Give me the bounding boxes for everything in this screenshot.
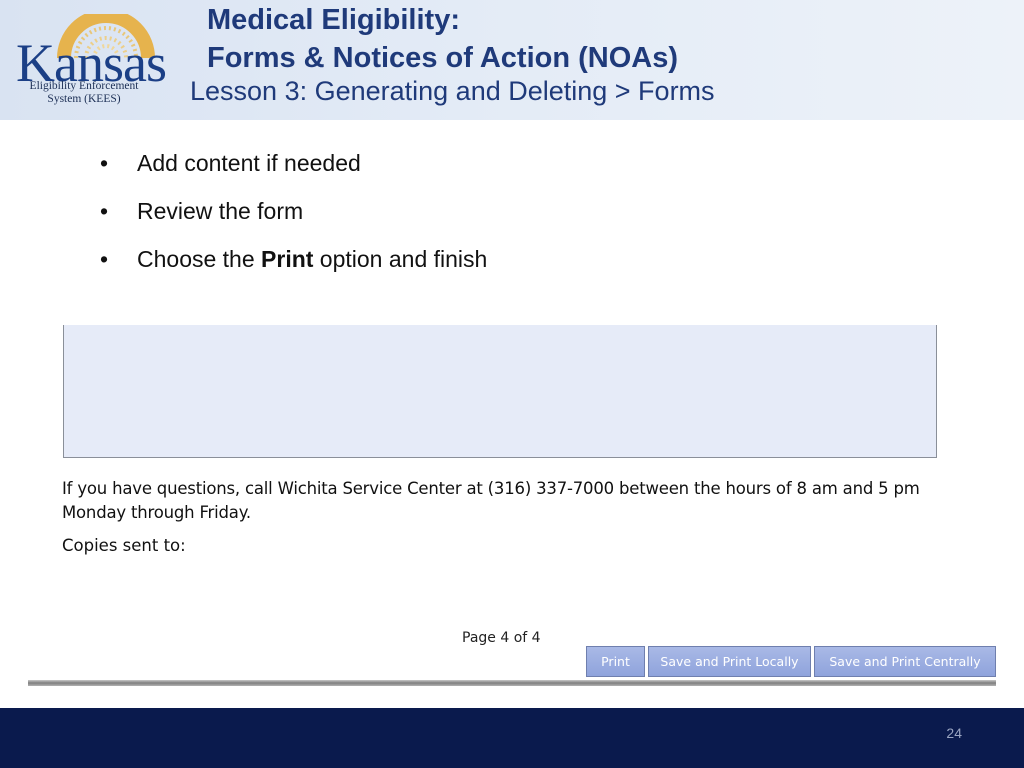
logo-subtitle: Eligibility Enforcement System (KEES) (24, 80, 144, 106)
lesson-breadcrumb: Lesson 3: Generating and Deleting > Form… (190, 76, 715, 106)
divider (28, 680, 996, 686)
bullet-icon: • (100, 198, 109, 224)
header-banner: Kansas Eligibility Enforcement System (K… (0, 0, 1024, 120)
copies-sent-label: Copies sent to: (62, 536, 186, 555)
list-item: • Add content if needed (100, 150, 487, 198)
save-and-print-locally-button[interactable]: Save and Print Locally (648, 646, 811, 677)
list-item-text-prefix: Choose the (137, 246, 262, 272)
page-indicator: Page 4 of 4 (462, 630, 541, 646)
list-item-text: Review the form (137, 198, 304, 224)
list-item-text-bold: Print (261, 246, 314, 272)
page-title-line1: Medical Eligibility: (207, 4, 460, 36)
footer-bar: 24 (0, 708, 1024, 768)
bullet-icon: • (100, 246, 109, 272)
kees-logo: Kansas Eligibility Enforcement System (K… (14, 14, 167, 114)
bullet-icon: • (100, 150, 109, 176)
list-item-text: Add content if needed (137, 150, 361, 176)
instruction-list: • Add content if needed • Review the for… (100, 150, 487, 294)
page-title-line2: Forms & Notices of Action (NOAs) (207, 42, 679, 74)
print-button[interactable]: Print (586, 646, 645, 677)
contact-info-text: If you have questions, call Wichita Serv… (62, 479, 920, 522)
save-and-print-centrally-button[interactable]: Save and Print Centrally (814, 646, 996, 677)
list-item: • Review the form (100, 198, 487, 246)
logo-subtitle-line1: Eligibility Enforcement (29, 80, 139, 92)
list-item: • Choose the Print option and finish (100, 246, 487, 294)
list-item-text-suffix: option and finish (313, 246, 488, 272)
slide-number: 24 (946, 725, 962, 741)
form-text-area[interactable] (63, 325, 937, 458)
logo-subtitle-line2: System (KEES) (47, 93, 121, 105)
